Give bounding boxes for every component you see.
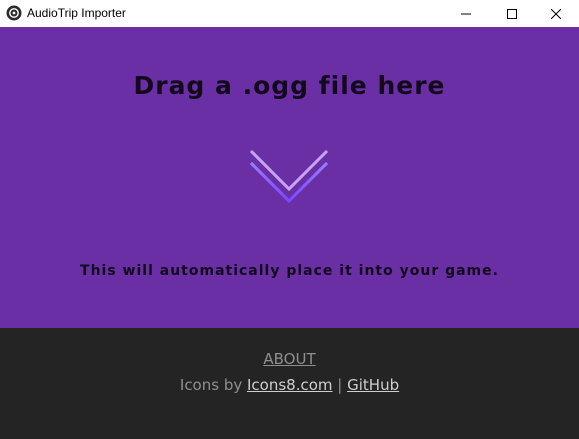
title-bar[interactable]: AudioTrip Importer [0, 0, 579, 27]
credits-prefix: Icons by [179, 376, 247, 394]
app-logo-icon [6, 5, 22, 21]
file-drop-zone[interactable]: Drag a .ogg file here This will automati… [0, 27, 579, 328]
app-window: AudioTrip Importer Drag a .ogg file here [0, 0, 579, 439]
icons8-link[interactable]: Icons8.com [247, 376, 333, 394]
close-button[interactable] [533, 0, 579, 27]
drop-subtitle: This will automatically place it into yo… [80, 263, 499, 279]
minimize-icon [461, 13, 471, 14]
credits-separator: | [332, 376, 348, 394]
footer: ABOUT Icons by Icons8.com | GitHub [0, 328, 579, 439]
github-link[interactable]: GitHub [347, 376, 399, 394]
chevron-down-icon [249, 149, 329, 204]
window-title: AudioTrip Importer [27, 6, 126, 20]
about-link[interactable]: ABOUT [263, 350, 315, 368]
close-icon [551, 8, 561, 19]
minimize-button[interactable] [443, 0, 489, 27]
maximize-icon [507, 8, 517, 19]
maximize-button[interactable] [489, 0, 535, 27]
credits-line: Icons by Icons8.com | GitHub [0, 376, 579, 394]
drop-heading: Drag a .ogg file here [133, 71, 446, 100]
